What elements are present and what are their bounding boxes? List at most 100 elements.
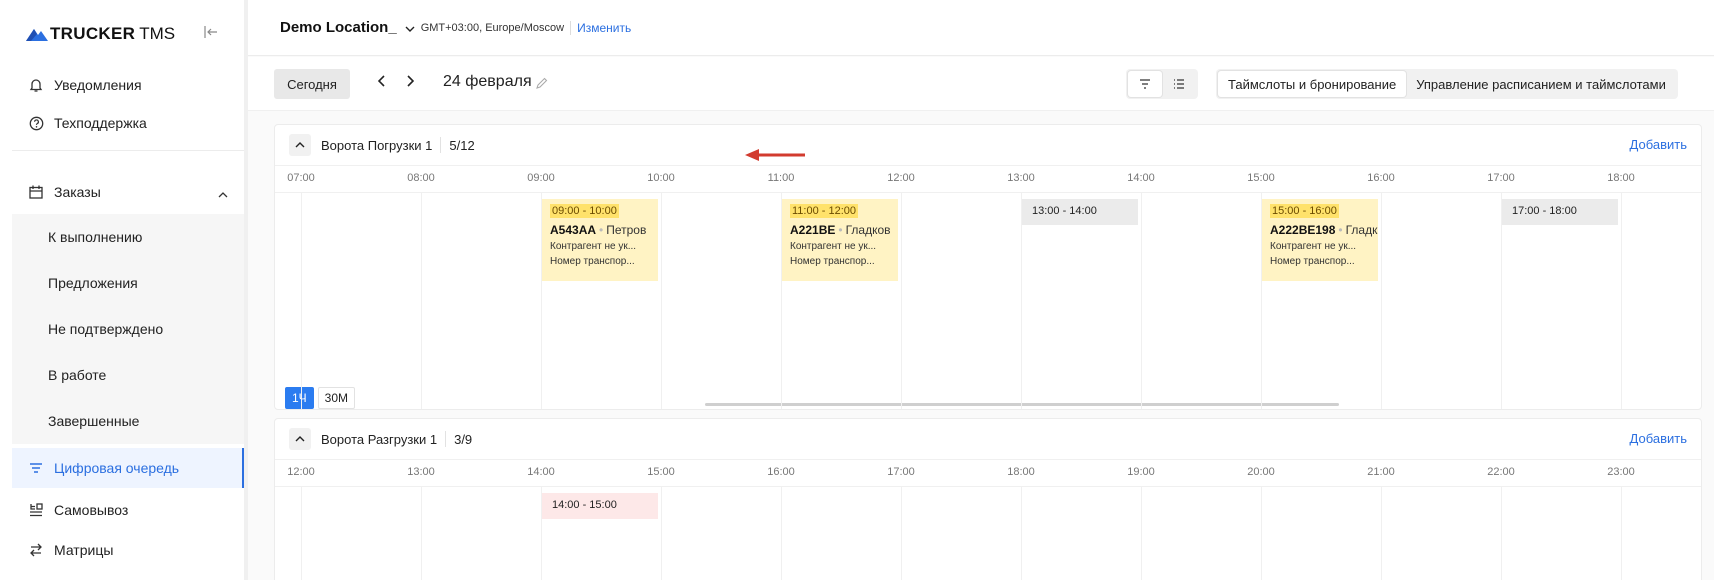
hour-label: 17:00: [1487, 172, 1515, 184]
booked-timeslot[interactable]: 11:00 - 12:00 А221ВЕ • Гладков Контрагент не…: [782, 199, 898, 281]
current-date[interactable]: 24 февраля: [443, 73, 532, 91]
sidebar-item-pickup[interactable]: Самовывоз: [12, 490, 244, 530]
driver-name: Гладков: [845, 223, 891, 237]
free-timeslot[interactable]: 13:00 - 14:00: [1022, 199, 1138, 225]
hour-gridline: [901, 487, 902, 580]
sidebar-item-label: Техподдержка: [54, 115, 147, 131]
slot-counterparty: Контрагент не ук...: [790, 241, 877, 252]
chevron-up-icon[interactable]: [289, 428, 311, 450]
scale-1h-button[interactable]: 1Ч: [285, 387, 314, 409]
hour-label: 15:00: [647, 466, 675, 478]
view-toggle: [1126, 69, 1198, 99]
hour-gridline: [421, 487, 422, 580]
slot-title: А222ВЕ198•Гладков: [1270, 223, 1378, 237]
driver-name: Гладков: [1345, 223, 1378, 237]
today-button[interactable]: Сегодня: [274, 69, 350, 99]
hour-label: 18:00: [1007, 466, 1035, 478]
collapse-sidebar-icon[interactable]: [203, 25, 219, 41]
booked-timeslot[interactable]: 09:00 - 10:00 А543АА • Петров Контрагент не …: [542, 199, 658, 281]
sidebar-item-matrices[interactable]: Матрицы: [12, 530, 244, 570]
timeline-view-icon[interactable]: [1128, 71, 1162, 97]
slot-time: 15:00 - 16:00: [1270, 204, 1339, 218]
hour-label: 14:00: [527, 466, 555, 478]
timezone-label: GMT+03:00, Europe/Moscow: [420, 21, 565, 34]
logo-mountain-icon: [26, 27, 48, 41]
free-timeslot[interactable]: 17:00 - 18:00: [1502, 199, 1618, 225]
vehicle-plate: А543АА: [550, 223, 597, 237]
hour-label: 15:00: [1247, 172, 1275, 184]
hour-gridline: [421, 193, 422, 409]
hour-label: 17:00: [887, 466, 915, 478]
slot-time: 13:00 - 14:00: [1032, 205, 1097, 217]
gate-header: Ворота Погрузки 1 5/12 Добавить: [275, 125, 1701, 165]
help-circle-icon: [28, 115, 44, 131]
hour-gridline: [1021, 487, 1022, 580]
sidebar-item-support[interactable]: Техподдержка: [12, 103, 244, 143]
hour-gridline: [301, 487, 302, 580]
gate-name: Ворота Погрузки 1: [321, 137, 433, 153]
sidebar-item-label: Самовывоз: [54, 502, 129, 518]
tab-schedule-management[interactable]: Управление расписанием и таймслотами: [1406, 71, 1676, 97]
free-timeslot[interactable]: 14:00 - 15:00: [542, 493, 658, 519]
hour-label: 12:00: [287, 466, 315, 478]
sidebar-subitem-unconfirmed[interactable]: Не подтверждено: [12, 306, 244, 352]
separator-dot: •: [838, 223, 843, 237]
gate-panel-unloading: Ворота Разгрузки 1 3/9 Добавить 12:00 13:…: [274, 418, 1702, 580]
scale-toggle: 1Ч 30М: [285, 387, 359, 409]
calendar-icon: [28, 184, 44, 200]
hour-gridline: [301, 193, 302, 409]
slot-title: А543АА • Петров: [550, 223, 646, 237]
separator-dot: •: [1338, 223, 1343, 237]
hour-label: 14:00: [1127, 172, 1155, 184]
hour-gridline: [1621, 487, 1622, 580]
sidebar-item-digital-queue[interactable]: Цифровая очередь: [12, 448, 244, 488]
chevron-down-icon[interactable]: [405, 19, 415, 37]
slot-vehicle-number: Номер транспор...: [550, 256, 635, 267]
mode-tabs: Таймслоты и бронирование Управление расп…: [1216, 69, 1678, 99]
gate-count: 5/12: [449, 137, 475, 153]
slot-counterparty: Контрагент не ук...: [1270, 241, 1357, 252]
list-view-icon[interactable]: [1162, 71, 1196, 97]
hour-label: 11:00: [767, 172, 795, 184]
slot-time: 17:00 - 18:00: [1512, 205, 1577, 217]
sidebar-subitem-completed[interactable]: Завершенные: [12, 398, 244, 444]
add-slot-link[interactable]: Добавить: [1630, 137, 1687, 152]
hour-label: 20:00: [1247, 466, 1275, 478]
sidebar-subitem-offers[interactable]: Предложения: [12, 260, 244, 306]
sidebar-subitem-in-progress[interactable]: В работе: [12, 352, 244, 398]
change-location-link[interactable]: Изменить: [577, 21, 631, 35]
sidebar-item-label: Цифровая очередь: [54, 460, 180, 476]
sidebar-item-label: Уведомления: [54, 77, 142, 93]
add-slot-link[interactable]: Добавить: [1630, 431, 1687, 446]
prev-day-icon[interactable]: [372, 71, 392, 95]
location-name[interactable]: Demo Location_: [280, 19, 397, 36]
hour-label: 12:00: [887, 172, 915, 184]
chevron-up-icon[interactable]: [218, 185, 228, 201]
tab-timeslots-booking[interactable]: Таймслоты и бронирование: [1218, 71, 1407, 97]
sidebar: TRUCKER TMS Уведомления Техподдержка Зак…: [0, 0, 244, 580]
hours-row: 12:00 13:00 14:00 15:00 16:00 17:00 18:00 19:00…: [275, 459, 1701, 487]
brand-logo[interactable]: TRUCKER TMS: [26, 24, 175, 44]
gate-divider: [445, 431, 447, 447]
sidebar-item-notifications[interactable]: Уведомления: [12, 65, 244, 105]
sidebar-item-orders[interactable]: Заказы: [12, 172, 244, 212]
hour-gridline: [781, 487, 782, 580]
pencil-icon[interactable]: [536, 76, 548, 94]
scale-30m-button[interactable]: 30М: [317, 387, 356, 409]
brand-name-bold: TRUCKER: [50, 24, 136, 43]
gate-divider: [440, 137, 442, 153]
hour-gridline: [1621, 193, 1622, 409]
next-day-icon[interactable]: [400, 71, 420, 95]
horizontal-scrollbar[interactable]: [705, 403, 1339, 406]
hour-gridline: [1261, 487, 1262, 580]
swap-icon: [28, 542, 44, 558]
hour-label: 19:00: [1127, 466, 1155, 478]
chevron-up-icon[interactable]: [289, 134, 311, 156]
hour-label: 08:00: [407, 172, 435, 184]
hour-label: 13:00: [407, 466, 435, 478]
booked-timeslot[interactable]: 15:00 - 16:00 А222ВЕ198•Гладков Контрагент…: [1262, 199, 1378, 281]
slot-title: А221ВЕ • Гладков: [790, 223, 891, 237]
hour-gridline: [1141, 193, 1142, 409]
sidebar-subitem-to-execute[interactable]: К выполнению: [12, 214, 244, 260]
hours-row: 07:00 08:00 09:00 10:00 11:00 12:00 13:00 14:00…: [275, 165, 1701, 193]
